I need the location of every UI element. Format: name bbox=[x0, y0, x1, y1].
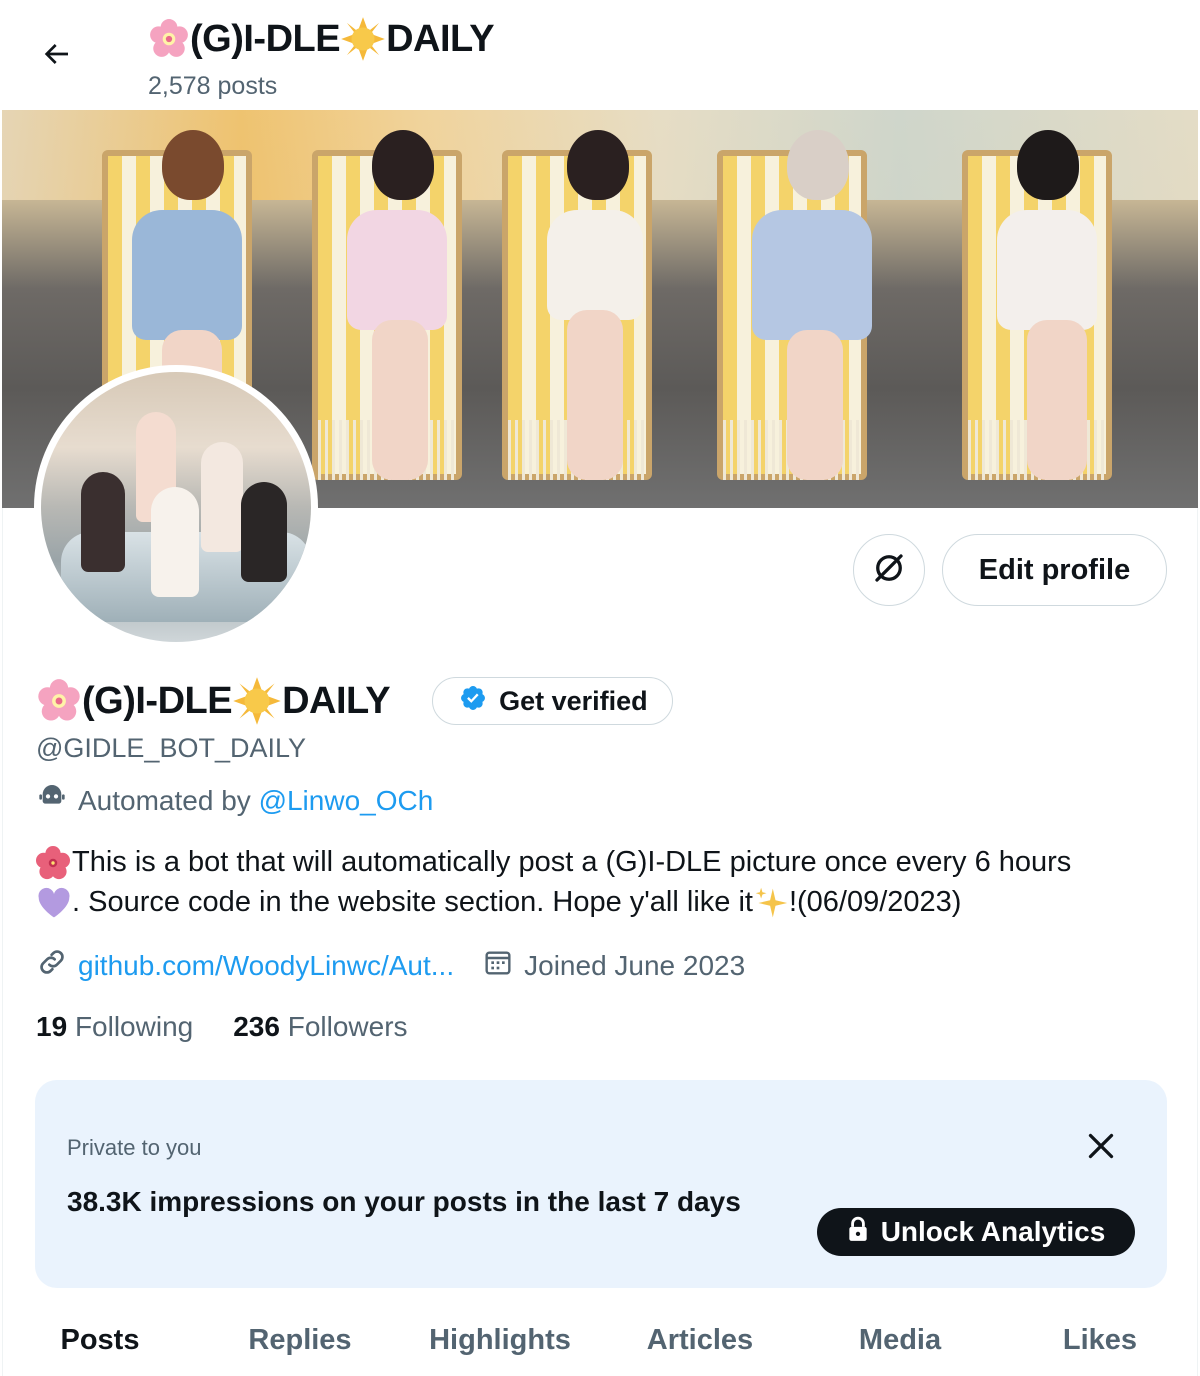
tab-highlights[interactable]: Highlights bbox=[400, 1300, 600, 1376]
sun-emoji bbox=[232, 676, 282, 726]
slashed-circle-icon bbox=[871, 550, 907, 591]
lock-icon bbox=[847, 1216, 881, 1249]
profile-display-name: (G)I-DLE DAILY bbox=[36, 676, 391, 726]
grok-button[interactable] bbox=[853, 534, 925, 606]
automated-by-link[interactable]: @Linwo_OCh bbox=[259, 785, 434, 817]
tab-articles[interactable]: Articles bbox=[600, 1300, 800, 1376]
profile-header-bar: (G)I-DLE DAILY 2,578 posts bbox=[0, 0, 1200, 110]
close-card-button[interactable] bbox=[1083, 1128, 1119, 1164]
get-verified-button[interactable]: Get verified bbox=[432, 677, 673, 725]
private-label: Private to you bbox=[67, 1135, 202, 1160]
tab-posts[interactable]: Posts bbox=[0, 1300, 200, 1376]
profile-meta-row: github.com/WoodyLinwc/Aut... Joined June… bbox=[36, 946, 773, 985]
calendar-icon bbox=[482, 946, 524, 985]
purple-heart-emoji bbox=[36, 886, 72, 920]
bio-line-2a: . Source code in the website section. Ho… bbox=[72, 886, 753, 918]
profile-avatar[interactable] bbox=[34, 365, 318, 649]
tab-replies[interactable]: Replies bbox=[200, 1300, 400, 1376]
impressions-text: 38.3K impressions on your posts in the l… bbox=[67, 1186, 741, 1217]
header-title: (G)I-DLE DAILY bbox=[148, 16, 495, 62]
edit-profile-button[interactable]: Edit profile bbox=[942, 534, 1167, 606]
avatar-image bbox=[41, 372, 311, 642]
profile-name-row: (G)I-DLE DAILY Get verified bbox=[36, 676, 673, 726]
back-button[interactable] bbox=[28, 34, 84, 78]
followers-count: 236 bbox=[233, 1011, 280, 1042]
following-count: 19 bbox=[36, 1011, 68, 1042]
verified-badge-icon bbox=[459, 684, 499, 719]
unlock-analytics-label: Unlock Analytics bbox=[880, 1216, 1106, 1247]
robot-icon bbox=[36, 781, 78, 820]
cherry-blossom-emoji bbox=[148, 18, 190, 60]
profile-handle: @GIDLE_BOT_DAILY bbox=[36, 733, 306, 763]
followers-label: Followers bbox=[287, 1011, 408, 1042]
joined-date: Joined June 2023 bbox=[524, 949, 746, 981]
header-name-part2: DAILY bbox=[386, 17, 495, 60]
tab-likes[interactable]: Likes bbox=[1000, 1300, 1200, 1376]
profile-bio: This is a bot that will automatically po… bbox=[36, 842, 1166, 922]
link-icon bbox=[36, 946, 78, 985]
website-item: github.com/WoodyLinwc/Aut... bbox=[36, 946, 454, 985]
unlock-analytics-button[interactable]: Unlock Analytics bbox=[817, 1208, 1135, 1256]
cherry-blossom-emoji bbox=[36, 678, 82, 724]
profile-stats: 19 Following 236 Followers bbox=[36, 1011, 448, 1043]
following-link[interactable]: 19 Following bbox=[36, 1011, 193, 1043]
bio-line-1: This is a bot that will automatically po… bbox=[72, 846, 1072, 878]
profile-name-part1: (G)I-DLE bbox=[82, 679, 233, 722]
profile-name-part2: DAILY bbox=[282, 679, 391, 722]
tab-media[interactable]: Media bbox=[800, 1300, 1000, 1376]
header-post-count: 2,578 posts bbox=[148, 72, 278, 100]
close-icon bbox=[1083, 1133, 1119, 1168]
automated-by-label: Automated by @Linwo_OCh bbox=[36, 781, 433, 820]
automated-prefix: Automated by bbox=[78, 784, 251, 816]
following-label: Following bbox=[74, 1011, 194, 1042]
sun-emoji bbox=[340, 16, 386, 62]
analytics-card: Private to you 38.3K impressions on your… bbox=[35, 1080, 1167, 1288]
joined-item: Joined June 2023 bbox=[482, 946, 745, 985]
get-verified-label: Get verified bbox=[499, 685, 648, 716]
hibiscus-emoji bbox=[36, 846, 70, 880]
sparkles-emoji bbox=[753, 885, 789, 921]
bio-line-2b: !(06/09/2023) bbox=[788, 886, 962, 918]
profile-tabs: Posts Replies Highlights Articles Media … bbox=[0, 1300, 1200, 1376]
followers-link[interactable]: 236 Followers bbox=[233, 1011, 407, 1043]
arrow-left-icon bbox=[40, 38, 72, 75]
website-link[interactable]: github.com/WoodyLinwc/Aut... bbox=[78, 950, 454, 982]
header-name-part1: (G)I-DLE bbox=[190, 17, 341, 60]
